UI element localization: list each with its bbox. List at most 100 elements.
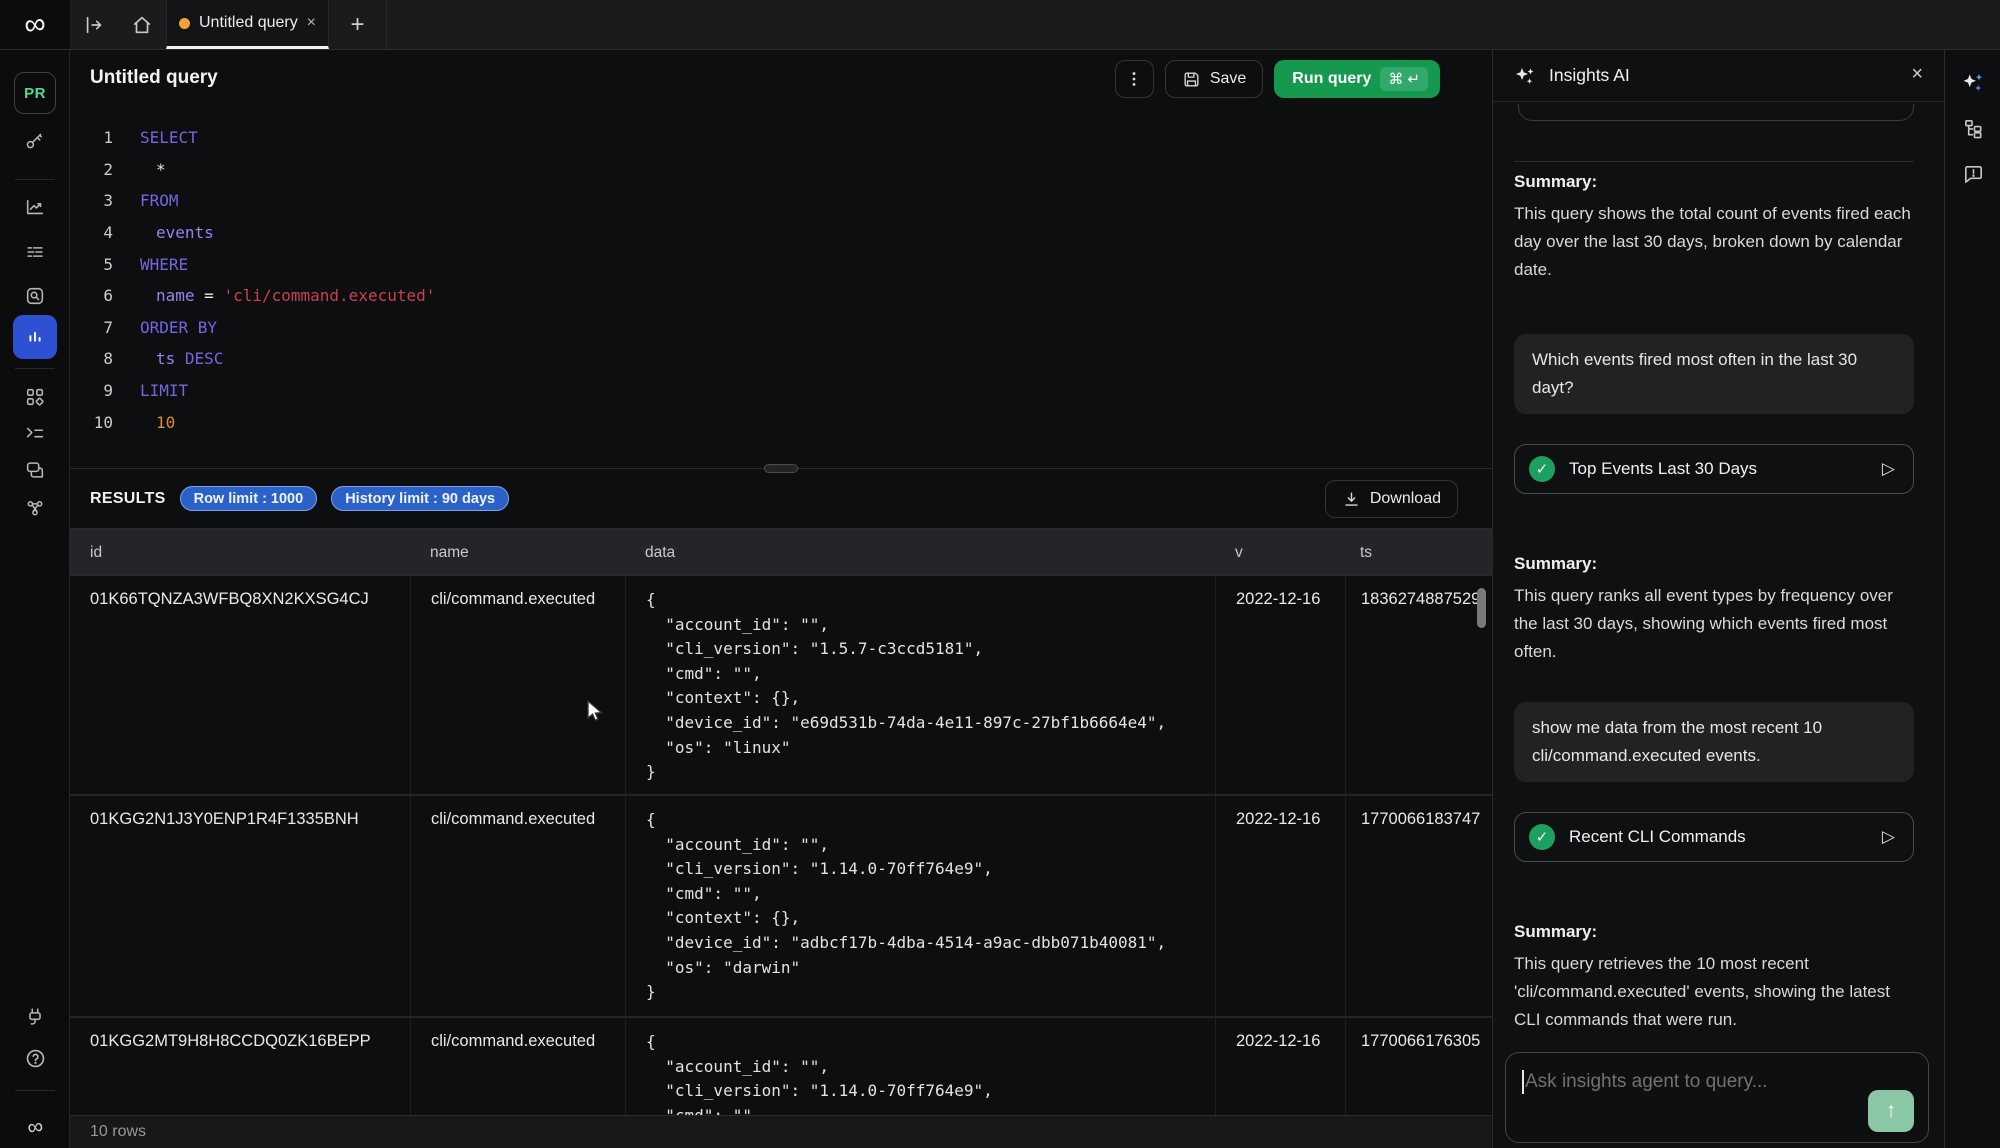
sidebar-item-events[interactable] — [13, 230, 57, 274]
editor-line[interactable]: 1010 — [70, 406, 1492, 438]
sidebar-item-explore[interactable] — [13, 274, 57, 318]
column-header-ts[interactable]: ts — [1360, 529, 1372, 577]
sql-token-ident: name — [156, 286, 195, 305]
download-icon — [1342, 490, 1361, 509]
key-icon — [24, 129, 46, 151]
line-number: 6 — [70, 286, 113, 305]
footer-infinity-logo-icon: ∞ — [0, 1109, 71, 1144]
home-button[interactable] — [118, 0, 166, 49]
sidebar-divider — [15, 1090, 55, 1091]
query-result-card[interactable]: ✓Recent CLI Commands▷ — [1514, 812, 1914, 862]
line-number: 10 — [70, 413, 113, 432]
table-row[interactable]: 01K66TQNZA3WFBQ8XN2KXSG4CJcli/command.ex… — [70, 576, 1492, 796]
summary-block: Summary:This query ranks all event types… — [1514, 554, 1914, 666]
vertical-scrollbar[interactable] — [1477, 588, 1486, 628]
cell-v: 2022-12-16 — [1215, 1018, 1345, 1115]
sidebar-item-plugins[interactable] — [13, 995, 57, 1039]
cell-id: 01KGG2N1J3Y0ENP1R4F1335BNH — [70, 796, 410, 1016]
editor-line[interactable]: 1SELECT — [70, 122, 1492, 154]
run-card-play-icon[interactable]: ▷ — [1882, 827, 1895, 847]
summary-text: This query retrieves the 10 most recent … — [1514, 950, 1914, 1034]
line-number: 2 — [70, 160, 113, 179]
insights-panel-header: Insights AI × — [1493, 50, 1945, 102]
query-actions: Save Run query ⌘ ↵ — [1115, 60, 1440, 98]
column-header-data[interactable]: data — [645, 529, 675, 577]
close-panel-button[interactable]: × — [1911, 64, 1923, 84]
editor-line[interactable]: 3 FROM — [70, 185, 1492, 217]
sidebar-toggle-button[interactable] — [70, 0, 118, 49]
code-text: FROM — [113, 191, 179, 210]
text-caret — [1522, 1070, 1524, 1094]
column-header-v[interactable]: v — [1235, 529, 1243, 577]
tab-close-icon[interactable]: × — [307, 15, 316, 31]
sql-token-kw: ORDER BY — [140, 318, 217, 337]
tab-untitled-query[interactable]: Untitled query × — [166, 0, 329, 49]
sidebar-item-queries-active[interactable] — [13, 315, 57, 359]
history-limit-badge[interactable]: History limit : 90 days — [331, 486, 509, 511]
line-chart-icon — [24, 196, 46, 218]
column-header-name[interactable]: name — [430, 529, 469, 577]
sidebar-item-keys[interactable] — [13, 118, 57, 162]
save-button[interactable]: Save — [1165, 60, 1263, 98]
code-text: WHERE — [113, 255, 188, 274]
query-menu-button[interactable] — [1115, 60, 1154, 98]
sidebar-item-integrations[interactable] — [13, 486, 57, 530]
row-limit-badge[interactable]: Row limit : 1000 — [180, 486, 318, 511]
editor-line[interactable]: 8ts DESC — [70, 343, 1492, 375]
line-number: 5 — [70, 255, 113, 274]
column-header-id[interactable]: id — [90, 529, 102, 577]
pane-resize-handle[interactable] — [764, 464, 798, 473]
sidebar-expand-icon — [83, 14, 105, 36]
home-icon — [131, 14, 153, 36]
query-title: Untitled query — [90, 67, 218, 89]
sql-token-op: = — [204, 286, 214, 305]
sql-token-ident: events — [156, 223, 214, 242]
send-button[interactable]: ↑ — [1868, 1090, 1914, 1132]
results-toolbar: RESULTS Row limit : 1000 History limit :… — [70, 469, 1492, 528]
cell-v: 2022-12-16 — [1215, 796, 1345, 1016]
editor-line[interactable]: 6name = 'cli/command.executed' — [70, 280, 1492, 312]
search-box-icon — [24, 285, 46, 307]
plug-icon — [24, 1006, 46, 1028]
editor-line[interactable]: 4 events — [70, 217, 1492, 249]
line-number: 3 — [70, 191, 113, 210]
line-number: 4 — [70, 223, 113, 242]
summary-block: Summary:This query shows the total count… — [1514, 172, 1914, 284]
row-count: 10 rows — [90, 1123, 146, 1141]
sidebar-item-help[interactable] — [13, 1036, 57, 1080]
insights-conversation: Summary:This query shows the total count… — [1514, 102, 1914, 1034]
editor-line[interactable]: 2* — [70, 154, 1492, 186]
results-label: RESULTS — [90, 490, 166, 508]
run-query-button[interactable]: Run query ⌘ ↵ — [1274, 60, 1440, 98]
sidebar-item-metrics[interactable] — [13, 185, 57, 229]
run-card-play-icon[interactable]: ▷ — [1882, 459, 1895, 479]
download-button[interactable]: Download — [1325, 480, 1458, 518]
query-result-card[interactable]: ✓Top Events Last 30 Days▷ — [1514, 444, 1914, 494]
code-text: LIMIT — [113, 381, 188, 400]
insights-panel-title: Insights AI — [1549, 65, 1630, 86]
cell-data: { "account_id": "", "cli_version": "1.14… — [625, 796, 1215, 1016]
line-number: 9 — [70, 381, 113, 400]
cell-ts: 1836274887529 — [1345, 576, 1492, 794]
strip-item-insights-ai-active[interactable] — [1951, 62, 1995, 102]
code-text: ts DESC — [113, 349, 223, 368]
sql-editor[interactable]: 1SELECT2*3FROM4events5WHERE6name = 'cli/… — [70, 108, 1492, 464]
code-text: ORDER BY — [113, 318, 217, 337]
sql-token-kw: SELECT — [140, 128, 198, 147]
editor-line[interactable]: 9LIMIT — [70, 375, 1492, 407]
editor-line[interactable]: 7 ORDER BY — [70, 312, 1492, 344]
table-row[interactable]: 01KGG2MT9H8H8CCDQ0ZK16BEPPcli/command.ex… — [70, 1018, 1492, 1115]
new-tab-button[interactable]: + — [329, 0, 387, 49]
strip-item-feedback[interactable] — [1951, 153, 1995, 193]
insights-input-box[interactable]: Ask insights agent to query... ↑ — [1505, 1052, 1929, 1143]
sql-token-kw: FROM — [140, 191, 179, 210]
cell-name: cli/command.executed — [410, 576, 625, 794]
section-divider — [1514, 161, 1914, 162]
strip-item-schema[interactable] — [1951, 108, 1995, 148]
table-row[interactable]: 01KGG2N1J3Y0ENP1R4F1335BNHcli/command.ex… — [70, 796, 1492, 1018]
line-number: 8 — [70, 349, 113, 368]
scrolled-card-remnant — [1518, 104, 1914, 121]
workspace-badge[interactable]: PR — [14, 72, 56, 114]
line-number: 7 — [70, 318, 113, 337]
editor-line[interactable]: 5WHERE — [70, 248, 1492, 280]
